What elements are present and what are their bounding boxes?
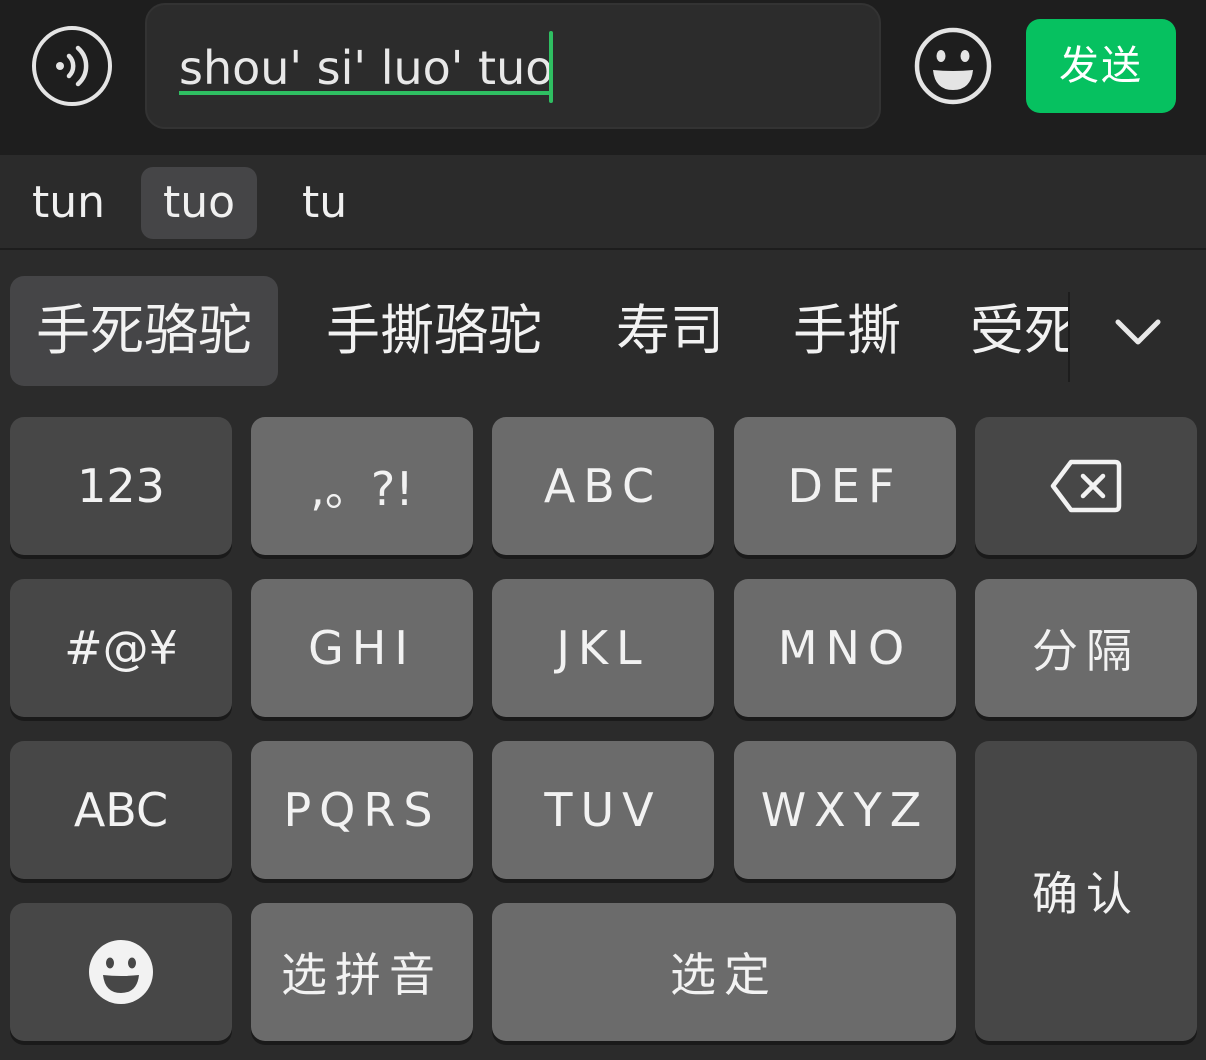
send-button[interactable]: 发送 [1026, 19, 1176, 113]
input-bar: shou' si' luo' tuo 发送 [0, 0, 1206, 155]
key-confirm[interactable]: 确认 [975, 741, 1197, 1041]
wechat-chat-keyboard: shou' si' luo' tuo 发送 tun tuo tu 手死骆驼 手撕… [0, 0, 1206, 1060]
emoji-icon [914, 27, 992, 105]
emoji-icon [89, 940, 153, 1004]
voice-button[interactable] [32, 26, 112, 106]
key-wxyz[interactable]: WXYZ [734, 741, 956, 879]
key-pqrs[interactable]: PQRS [251, 741, 473, 879]
key-punctuation[interactable]: ,。?! [251, 417, 473, 555]
candidate[interactable]: 受死 [970, 276, 1070, 386]
voice-icon [56, 45, 89, 87]
key-emoji[interactable] [10, 903, 232, 1041]
key-mno[interactable]: MNO [734, 579, 956, 717]
key-def[interactable]: DEF [734, 417, 956, 555]
emoji-button[interactable] [913, 26, 993, 106]
candidate-divider [1068, 292, 1070, 382]
composing-pinyin-text: shou' si' luo' tuo [179, 41, 554, 95]
key-ghi[interactable]: GHI [251, 579, 473, 717]
key-jkl[interactable]: JKL [492, 579, 714, 717]
message-input[interactable]: shou' si' luo' tuo [145, 3, 881, 129]
pinyin-options-row: tun tuo tu [0, 155, 1206, 250]
key-english-switch[interactable]: ABC [10, 741, 232, 879]
backspace-icon [1050, 459, 1122, 513]
key-separator[interactable]: 分隔 [975, 579, 1197, 717]
pinyin-option-selected[interactable]: tuo [141, 167, 258, 239]
key-select-pinyin[interactable]: 选拼音 [251, 903, 473, 1041]
pinyin-option[interactable]: tu [280, 167, 369, 239]
candidate-row: 手死骆驼 手撕骆驼 寿司 手撕 受死 [0, 252, 1206, 402]
candidate[interactable]: 手撕 [793, 276, 901, 386]
candidate-selected[interactable]: 手死骆驼 [10, 276, 278, 386]
candidate[interactable]: 手撕骆驼 [326, 276, 542, 386]
candidate-clip: 受死 [962, 276, 1070, 386]
key-numbers[interactable]: 123 [10, 417, 232, 555]
backspace-key[interactable] [975, 417, 1197, 555]
candidate[interactable]: 寿司 [616, 276, 724, 386]
key-tuv[interactable]: TUV [492, 741, 714, 879]
key-symbols[interactable]: #@¥ [10, 579, 232, 717]
key-abc[interactable]: ABC [492, 417, 714, 555]
chevron-down-icon [1115, 319, 1161, 345]
expand-candidates-button[interactable] [1108, 308, 1168, 358]
key-select-space[interactable]: 选定 [492, 903, 956, 1041]
pinyin-option[interactable]: tun [10, 167, 127, 239]
text-caret [549, 31, 553, 103]
